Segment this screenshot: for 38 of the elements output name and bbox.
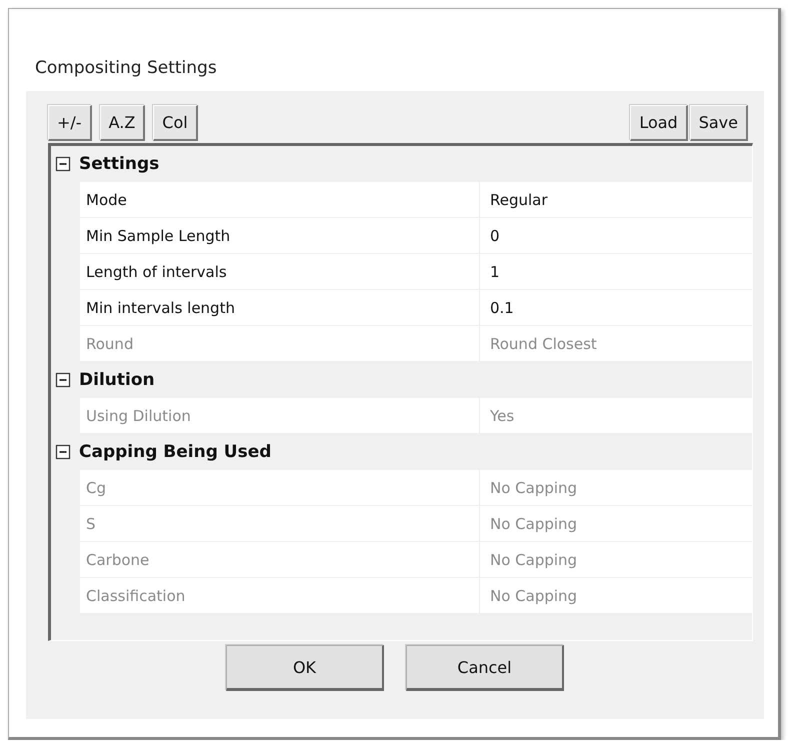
property-name: Round	[80, 326, 480, 361]
property-value: No Capping	[489, 478, 578, 498]
property-value: No Capping	[489, 514, 578, 534]
category-heading: Settings	[79, 154, 160, 174]
property-row[interactable]: Mode Regular	[80, 182, 752, 218]
property-name: Min intervals length	[80, 290, 480, 325]
property-value[interactable]: 1	[480, 254, 752, 289]
category-heading: Capping Being Used	[79, 442, 272, 462]
property-name: Min Sample Length	[80, 218, 480, 253]
window-title: Compositing Settings	[35, 57, 217, 79]
category-heading: Dilution	[79, 370, 155, 390]
sort-toggle-button[interactable]: +/-	[48, 105, 92, 141]
property-name: Length of intervals	[80, 254, 480, 289]
save-button[interactable]: Save	[690, 105, 748, 141]
property-value[interactable]: Regular	[480, 182, 752, 217]
property-name: Carbone	[80, 542, 480, 577]
property-name: S	[80, 506, 480, 541]
property-value[interactable]: 0.1	[480, 290, 752, 325]
cancel-button[interactable]: Cancel	[406, 645, 564, 691]
collapse-icon[interactable]	[55, 372, 71, 388]
property-name: Classification	[80, 578, 480, 613]
property-value: No Capping	[489, 550, 578, 570]
property-row[interactable]: Min intervals length 0.1	[80, 290, 752, 326]
property-name: Using Dilution	[80, 398, 480, 433]
property-row[interactable]: Min Sample Length 0	[80, 218, 752, 254]
collapse-icon[interactable]	[55, 444, 71, 460]
ok-button[interactable]: OK	[226, 645, 384, 691]
property-value: No Capping	[489, 586, 578, 606]
property-value: Yes	[489, 406, 516, 426]
load-button[interactable]: Load	[630, 105, 688, 141]
property-row[interactable]: Length of intervals 1	[80, 254, 752, 290]
property-name: Cg	[80, 470, 480, 505]
property-value[interactable]: 0	[480, 218, 752, 253]
property-name: Mode	[80, 182, 480, 217]
sort-button[interactable]: A.Z	[100, 105, 146, 141]
property-value: Round Closest	[489, 334, 598, 354]
columns-button[interactable]: Col	[153, 105, 198, 141]
collapse-icon[interactable]	[55, 156, 71, 172]
